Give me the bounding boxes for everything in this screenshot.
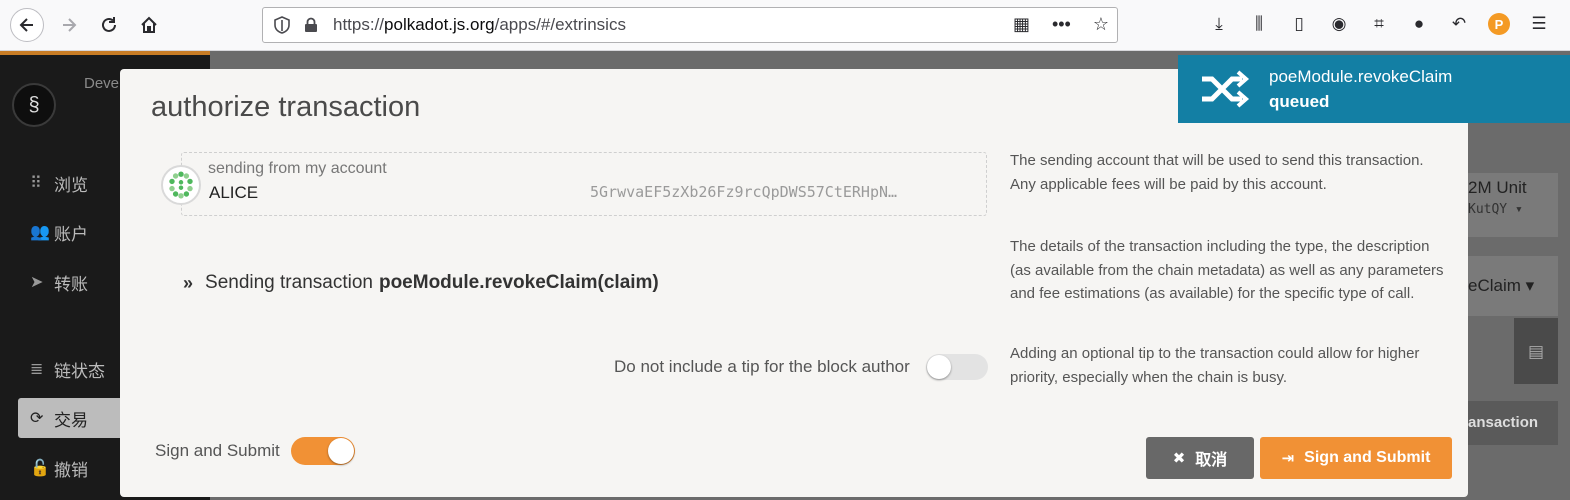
- send-icon: ➤: [30, 274, 44, 291]
- star-icon[interactable]: ☆: [1093, 14, 1109, 35]
- claim-text: eClaim: [1468, 276, 1521, 295]
- qr-code-icon[interactable]: ▦: [1013, 14, 1030, 35]
- account-label: sending from my account: [208, 160, 387, 177]
- toggle-knob: [927, 355, 951, 379]
- status-toast: poeModule.revokeClaim queued: [1178, 55, 1570, 123]
- shield-icon[interactable]: [273, 16, 291, 34]
- tip-label: Do not include a tip for the block autho…: [614, 357, 910, 376]
- back-button[interactable]: [10, 8, 44, 42]
- submit-transaction-bg: ansaction: [1468, 401, 1558, 445]
- file-icon[interactable]: ▤: [1514, 318, 1558, 384]
- download-icon[interactable]: ⤓: [1208, 13, 1230, 35]
- home-button[interactable]: [132, 8, 166, 42]
- transaction-btn-text: ansaction: [1468, 414, 1539, 431]
- url-text[interactable]: https://polkadot.js.org/apps/#/extrinsic…: [333, 15, 626, 35]
- sending-call: poeModule.revokeClaim(claim): [378, 272, 659, 293]
- cancel-label: 取消: [1195, 452, 1228, 469]
- help-account: The sending account that will be used to…: [1010, 152, 1424, 193]
- toast-status: queued: [1269, 92, 1330, 111]
- toggle-knob: [328, 438, 354, 464]
- more-icon[interactable]: •••: [1052, 14, 1071, 35]
- grid-icon: ⠿: [30, 175, 42, 192]
- sending-prefix: Sending transaction: [205, 272, 373, 293]
- polkadot-extension-icon[interactable]: P: [1488, 13, 1510, 35]
- sidebar-item-label: 浏览: [54, 175, 88, 195]
- forward-button[interactable]: [52, 8, 86, 42]
- database-icon: ≣: [30, 361, 44, 378]
- chevron-right-icon: »: [183, 272, 194, 293]
- sidebar-item-label: 交易: [54, 410, 88, 430]
- sidebar-item-label: 撤销: [54, 460, 88, 480]
- chat-icon[interactable]: ●: [1408, 13, 1430, 35]
- browser-toolbar: https://polkadot.js.org/apps/#/extrinsic…: [0, 0, 1570, 51]
- sidebar-toggle-icon[interactable]: ▯: [1288, 13, 1310, 35]
- account-select-bg: 2M Unit KutQY ▾: [1468, 173, 1558, 237]
- users-icon: 👥: [30, 224, 50, 241]
- arrow-left-icon: [19, 18, 33, 32]
- sign-toggle[interactable]: [291, 437, 355, 465]
- home-icon: [141, 16, 157, 33]
- lock-icon[interactable]: [303, 17, 319, 33]
- call-select-bg: eClaim ▾: [1468, 256, 1558, 316]
- close-icon: ✖: [1172, 450, 1186, 467]
- sign-in-icon: ⇥: [1281, 450, 1295, 467]
- account-name: ALICE: [209, 183, 259, 202]
- help-details: The details of the transaction including…: [1010, 238, 1444, 302]
- addr-suffix: KutQY: [1468, 202, 1508, 217]
- crop-icon[interactable]: ⌗: [1368, 13, 1390, 35]
- sign-submit-button[interactable]: ⇥ Sign and Submit: [1260, 437, 1452, 479]
- undo-icon[interactable]: ↶: [1448, 13, 1470, 35]
- sign-label: Sign and Submit: [155, 441, 280, 460]
- account-icon[interactable]: ◉: [1328, 13, 1350, 35]
- identicon: [161, 165, 201, 205]
- arrow-right-icon: [63, 18, 77, 32]
- sync-icon: ⟳: [30, 410, 44, 427]
- toast-method: poeModule.revokeClaim: [1269, 67, 1453, 86]
- logo-icon[interactable]: §: [12, 83, 56, 127]
- submit-label: Sign and Submit: [1304, 449, 1431, 466]
- shuffle-icon: [1202, 70, 1250, 108]
- sidebar-item-label: 转账: [54, 274, 88, 294]
- reload-button[interactable]: [92, 8, 126, 42]
- menu-icon[interactable]: ☰: [1528, 13, 1550, 35]
- help-tip: Adding an optional tip to the transactio…: [1010, 345, 1420, 386]
- url-bar[interactable]: https://polkadot.js.org/apps/#/extrinsic…: [262, 7, 1118, 43]
- reload-icon: [102, 17, 116, 32]
- library-icon[interactable]: ⫼: [1248, 13, 1270, 35]
- sidebar-item-label: 账户: [54, 224, 88, 244]
- sending-transaction[interactable]: » Sending transaction poeModule.revokeCl…: [183, 272, 659, 294]
- cancel-button[interactable]: ✖ 取消: [1146, 437, 1254, 479]
- sidebar-item-label: 链状态: [54, 361, 105, 381]
- dev-label: Deve: [84, 75, 120, 92]
- unit-text: 2M Unit: [1468, 178, 1527, 197]
- tip-toggle[interactable]: [926, 354, 988, 380]
- account-address: 5GrwvaEF5zXb26Fz9rcQpDWS57CtERHpN…: [590, 183, 898, 201]
- authorize-modal: authorize transaction sending from my ac…: [120, 69, 1468, 497]
- modal-title: authorize transaction: [151, 91, 421, 123]
- unlock-icon: 🔓: [30, 460, 50, 477]
